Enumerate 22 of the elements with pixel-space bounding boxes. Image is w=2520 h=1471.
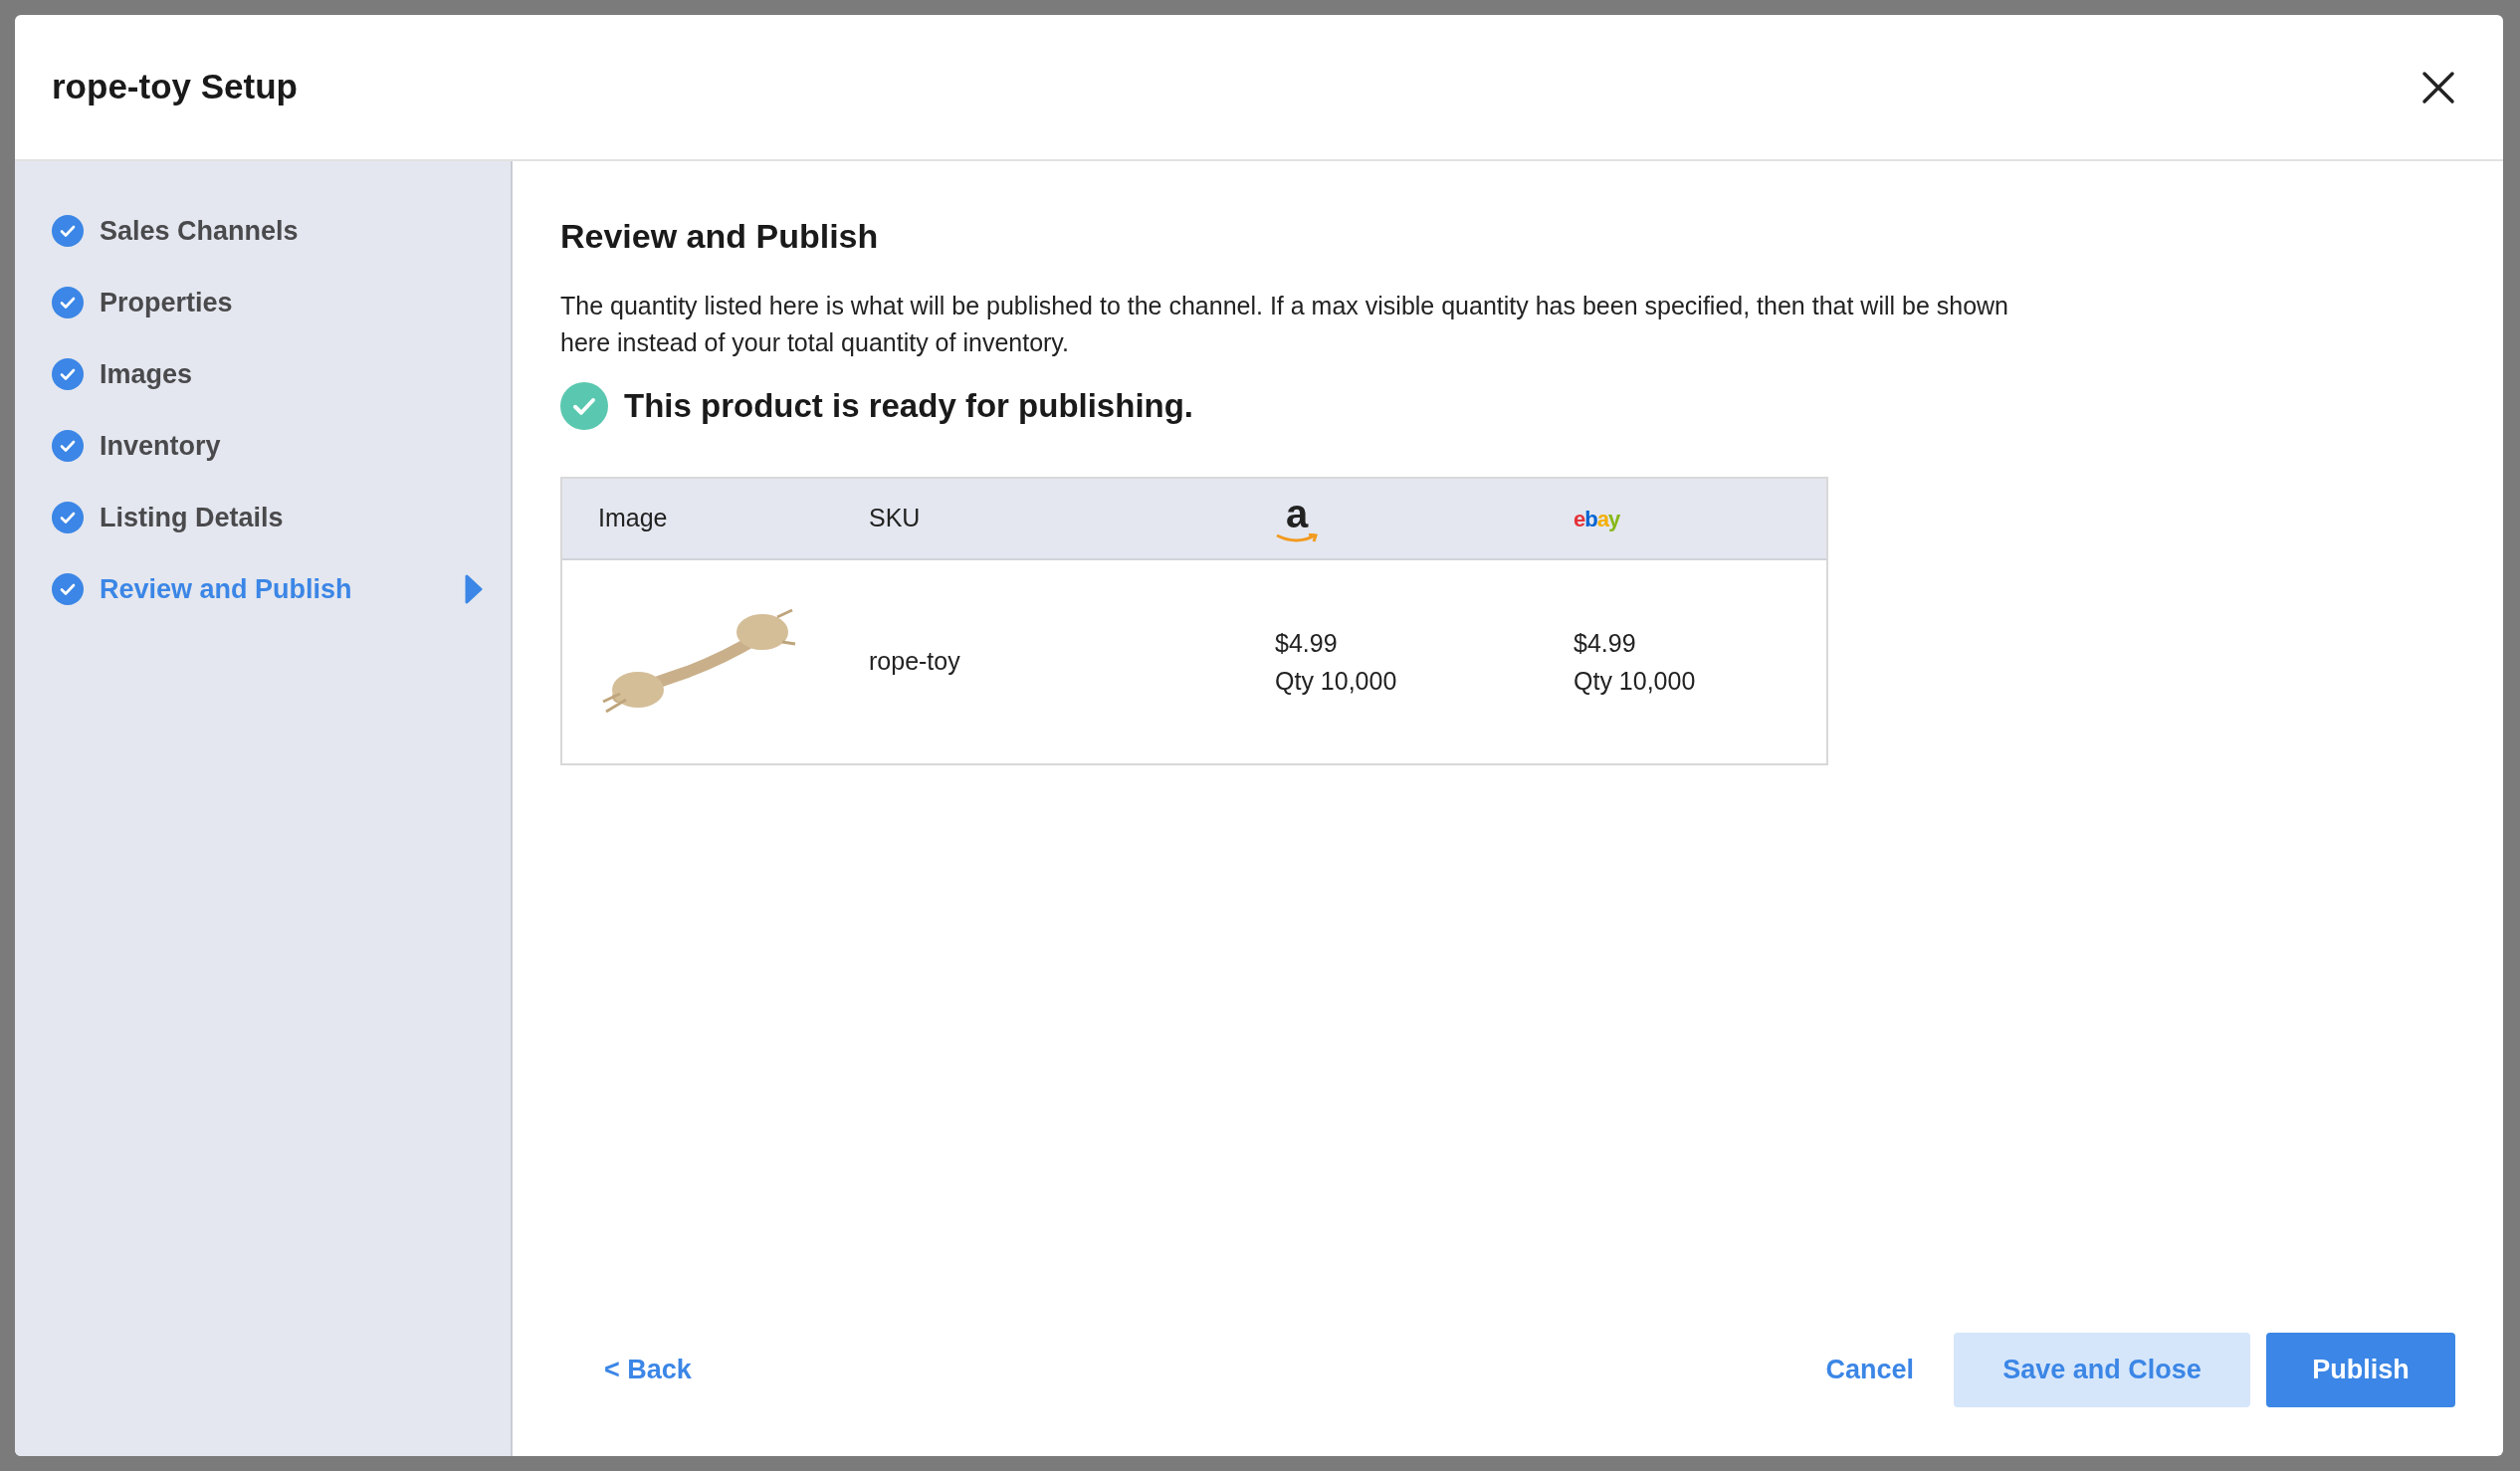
step-item[interactable]: Images [52, 356, 483, 392]
description-text: The quantity listed here is what will be published to the channel. If a max visible quantity has been specified, then that will be shown here instead of your total quantity of inventory. [560, 291, 2010, 358]
step-item[interactable]: Inventory [52, 428, 483, 464]
step-item[interactable]: Listing Details [52, 500, 483, 535]
section-heading: Review and Publish [560, 216, 880, 257]
sku-text: rope-toy [869, 645, 961, 677]
dialog-title: rope-toy Setup [52, 66, 298, 108]
step-item[interactable]: Sales Channels [52, 213, 483, 249]
amazon-logo: a [1275, 493, 1319, 543]
price-text: $4.99 [1574, 627, 1637, 659]
step-item[interactable]: Properties [52, 285, 483, 320]
status-text: This product is ready for publishing. [624, 386, 1194, 426]
price-text: $4.99 [1275, 627, 1339, 659]
cancel-button[interactable]: Cancel [1805, 1333, 1934, 1407]
back-link[interactable]: < Back [604, 1350, 692, 1390]
quantity-text: Qty 10,000 [1275, 665, 1398, 697]
publish-button[interactable]: Publish [2266, 1333, 2455, 1407]
column-header: Image [598, 503, 668, 531]
column-header: SKU [869, 503, 921, 531]
ebay-logo: ebay [1574, 506, 1620, 531]
quantity-text: Qty 10,000 [1574, 665, 1697, 697]
triangle-icon [465, 574, 483, 604]
